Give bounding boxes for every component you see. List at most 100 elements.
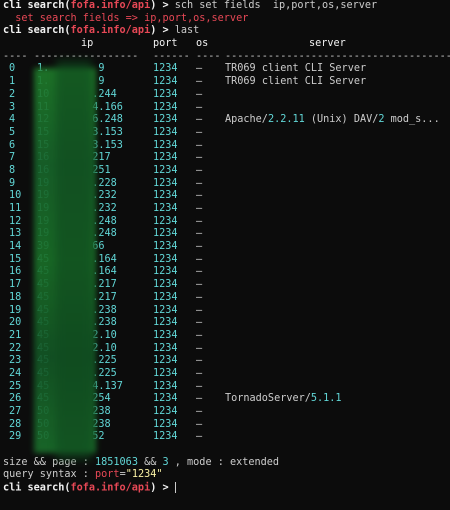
row-os: – xyxy=(196,329,203,341)
table-header: ip port os server xyxy=(3,38,449,51)
row-port: 1234 xyxy=(153,215,178,227)
row-index: 8 xyxy=(9,164,16,176)
row-port: 1234 xyxy=(153,253,178,265)
prompt-line-1: cli search(fofa.info/api) > sch set fiel… xyxy=(3,0,449,13)
row-server: TR069 client CLI Server xyxy=(225,76,367,88)
row-index: 21 xyxy=(9,329,22,341)
row-os: – xyxy=(196,139,203,151)
row-os: – xyxy=(196,126,203,138)
row-port: 1234 xyxy=(153,177,178,189)
row-os: – xyxy=(196,164,203,176)
row-port: 1234 xyxy=(153,228,178,240)
row-index: 18 xyxy=(9,291,22,303)
row-index: 25 xyxy=(9,380,22,392)
row-port: 1234 xyxy=(153,164,178,176)
row-index: 15 xyxy=(9,253,22,265)
text-cursor xyxy=(174,482,176,494)
row-os: – xyxy=(196,367,203,379)
row-port: 1234 xyxy=(153,380,178,392)
row-port: 1234 xyxy=(153,329,178,341)
row-index: 2 xyxy=(9,88,16,100)
command-text: sch set fields ip,port,os,server xyxy=(174,0,378,11)
prompt-name: cli search( xyxy=(3,25,71,37)
row-os: – xyxy=(196,380,203,392)
prompt-close: ) > xyxy=(150,482,175,494)
row-port: 1234 xyxy=(153,406,178,417)
row-index: 16 xyxy=(9,266,22,278)
row-index: 26 xyxy=(9,393,22,405)
row-index: 29 xyxy=(9,431,22,443)
row-os: – xyxy=(196,304,203,316)
row-index: 20 xyxy=(9,317,22,329)
row-os: – xyxy=(196,228,203,240)
sep-server: ------------------------------------- xyxy=(225,50,450,62)
row-os: – xyxy=(196,317,203,329)
row-index: 9 xyxy=(9,177,16,189)
sep-idx: ---- xyxy=(3,50,28,62)
sep-os: ---- xyxy=(196,50,221,62)
row-os: – xyxy=(196,406,203,417)
row-port: 1234 xyxy=(153,317,178,329)
row-port: 1234 xyxy=(153,63,178,75)
row-port: 1234 xyxy=(153,203,178,214)
header-os: os xyxy=(196,38,209,50)
sep-port: ------ xyxy=(153,50,190,62)
row-server: Apache/2.2.11 (Unix) DAV/2 mod_s... xyxy=(225,114,440,126)
row-port: 1234 xyxy=(153,279,178,291)
row-os: – xyxy=(196,355,203,367)
row-port: 1234 xyxy=(153,431,178,443)
row-index: 23 xyxy=(9,355,22,367)
row-os: – xyxy=(196,114,203,126)
row-port: 1234 xyxy=(153,342,178,354)
row-index: 1 xyxy=(9,76,16,88)
row-index: 22 xyxy=(9,342,22,354)
row-port: 1234 xyxy=(153,88,178,100)
row-port: 1234 xyxy=(153,367,178,379)
row-index: 3 xyxy=(9,101,16,113)
row-os: – xyxy=(196,418,203,430)
row-index: 6 xyxy=(9,139,16,151)
row-index: 10 xyxy=(9,190,22,202)
redaction-overlay-shadow xyxy=(56,60,92,460)
row-index: 0 xyxy=(9,63,16,75)
row-index: 12 xyxy=(9,215,22,227)
row-os: – xyxy=(196,393,203,405)
row-index: 4 xyxy=(9,114,16,126)
row-index: 13 xyxy=(9,228,22,240)
row-os: – xyxy=(196,177,203,189)
row-os: – xyxy=(196,203,203,214)
row-os: – xyxy=(196,190,203,202)
row-index: 5 xyxy=(9,126,16,138)
row-port: 1234 xyxy=(153,266,178,278)
row-os: – xyxy=(196,63,203,75)
row-os: – xyxy=(196,266,203,278)
row-port: 1234 xyxy=(153,241,178,253)
command-output: set search fields => ip,port,os,server xyxy=(3,12,249,24)
row-os: – xyxy=(196,253,203,265)
prompt-line-3[interactable]: cli search(fofa.info/api) > xyxy=(3,482,449,495)
and-sep: && xyxy=(137,456,163,468)
row-os: – xyxy=(196,152,203,164)
prompt-close: ) > xyxy=(150,25,175,37)
row-port: 1234 xyxy=(153,126,178,138)
row-index: 14 xyxy=(9,241,22,253)
command-text: last xyxy=(174,25,200,37)
row-port: 1234 xyxy=(153,393,178,405)
prompt-name: cli search( xyxy=(3,482,71,494)
row-os: – xyxy=(196,342,203,354)
prompt-api: fofa.info/api xyxy=(70,0,151,11)
row-index: 24 xyxy=(9,367,22,379)
prompt-api: fofa.info/api xyxy=(70,25,151,37)
row-port: 1234 xyxy=(153,152,178,164)
row-port: 1234 xyxy=(153,139,178,151)
row-os: – xyxy=(196,279,203,291)
row-os: – xyxy=(196,215,203,227)
row-os: – xyxy=(196,291,203,303)
syntax-label: query syntax : xyxy=(3,469,96,481)
row-index: 27 xyxy=(9,406,22,417)
header-port: port xyxy=(153,38,178,50)
row-index: 19 xyxy=(9,304,22,316)
row-os: – xyxy=(196,88,203,100)
row-os: – xyxy=(196,431,203,443)
row-port: 1234 xyxy=(153,76,178,88)
